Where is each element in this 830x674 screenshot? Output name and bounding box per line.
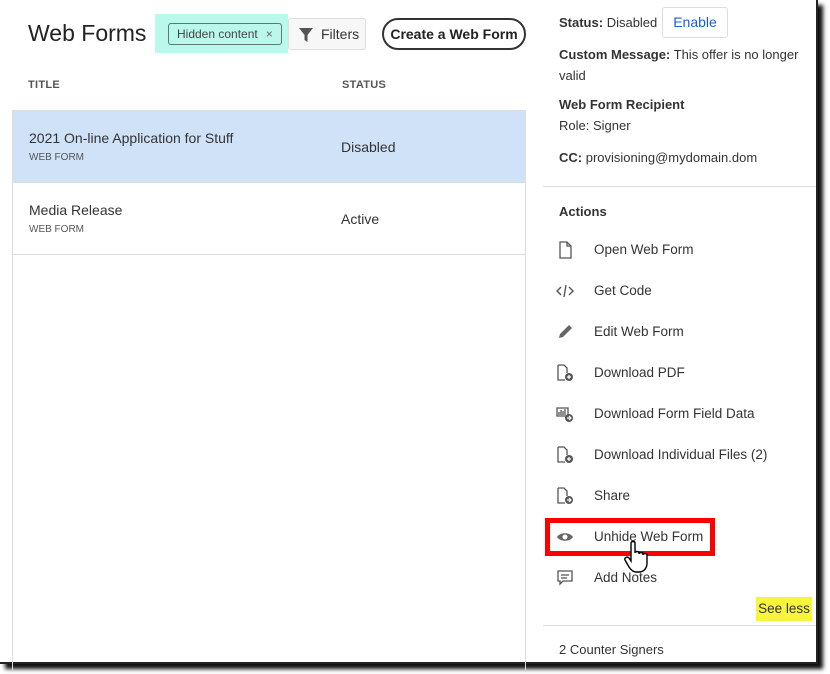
hidden-content-filter-chip[interactable]: Hidden content × bbox=[168, 23, 282, 45]
file-download-icon bbox=[557, 446, 573, 463]
counter-signers[interactable]: 2 Counter Signers bbox=[559, 642, 664, 657]
action-download-pdf[interactable]: Download PDF bbox=[543, 358, 816, 388]
row-status: Disabled bbox=[341, 139, 396, 155]
column-header-title[interactable]: TITLE bbox=[28, 79, 60, 91]
table-row[interactable]: Media Release WEB FORM Active bbox=[13, 183, 525, 255]
pdf-download-icon bbox=[557, 364, 573, 381]
actions-heading: Actions bbox=[559, 204, 607, 219]
code-icon bbox=[556, 284, 574, 298]
action-label: Share bbox=[594, 488, 631, 503]
divider bbox=[543, 186, 816, 187]
divider bbox=[543, 625, 816, 626]
action-share[interactable]: Share bbox=[543, 481, 816, 511]
row-title: Media Release bbox=[29, 202, 123, 218]
recipient-heading: Web Form Recipient bbox=[559, 97, 685, 112]
row-type: WEB FORM bbox=[29, 152, 84, 163]
document-icon bbox=[559, 241, 572, 259]
action-download-individual-files[interactable]: Download Individual Files (2) bbox=[543, 440, 816, 470]
data-download-icon bbox=[556, 407, 573, 422]
action-download-form-field-data[interactable]: Download Form Field Data bbox=[543, 399, 816, 429]
action-label: Download PDF bbox=[594, 365, 685, 380]
create-web-form-button[interactable]: Create a Web Form bbox=[382, 18, 526, 50]
action-label: Download Individual Files (2) bbox=[594, 447, 768, 462]
action-label: Edit Web Form bbox=[594, 324, 684, 339]
row-title: 2021 On-line Application for Stuff bbox=[29, 130, 234, 146]
action-get-code[interactable]: Get Code bbox=[543, 276, 816, 306]
action-label: Get Code bbox=[594, 283, 652, 298]
recipient-role: Role: Signer bbox=[559, 118, 631, 133]
close-icon[interactable]: × bbox=[266, 27, 273, 41]
status-value: Disabled bbox=[606, 15, 658, 30]
row-type: WEB FORM bbox=[29, 224, 84, 235]
app-window: Web Forms Hidden content × Filters Create… bbox=[0, 0, 818, 670]
see-less-link[interactable]: See less bbox=[756, 597, 812, 621]
cc-line: CC: provisioning@mydomain.dom bbox=[559, 150, 757, 165]
status-line: Status: Disabled bbox=[559, 15, 657, 30]
page-title: Web Forms bbox=[28, 20, 147, 46]
table-row[interactable]: 2021 On-line Application for Stuff WEB F… bbox=[13, 111, 525, 183]
filters-button[interactable]: Filters bbox=[288, 18, 366, 50]
custom-message-label: Custom Message: bbox=[559, 47, 671, 62]
filters-label: Filters bbox=[321, 26, 360, 42]
row-status: Active bbox=[341, 211, 380, 227]
notes-icon bbox=[557, 570, 573, 586]
column-header-status[interactable]: STATUS bbox=[342, 79, 386, 91]
cc-value: provisioning@mydomain.dom bbox=[585, 150, 758, 165]
enable-button[interactable]: Enable bbox=[662, 7, 728, 38]
action-edit-web-form[interactable]: Edit Web Form bbox=[543, 317, 816, 347]
web-forms-list: 2021 On-line Application for Stuff WEB F… bbox=[12, 110, 526, 670]
action-open-web-form[interactable]: Open Web Form bbox=[543, 235, 816, 265]
custom-message: Custom Message: This offer is no longer … bbox=[559, 44, 809, 86]
action-add-notes[interactable]: Add Notes bbox=[543, 563, 816, 593]
action-label: Open Web Form bbox=[594, 242, 694, 257]
share-icon bbox=[557, 487, 573, 504]
hand-cursor-icon bbox=[624, 540, 648, 573]
action-label: Download Form Field Data bbox=[594, 406, 755, 421]
pencil-icon bbox=[559, 325, 572, 338]
cc-label: CC: bbox=[559, 150, 583, 165]
status-label: Status: bbox=[559, 15, 604, 30]
filter-icon bbox=[299, 28, 313, 42]
chip-label: Hidden content bbox=[177, 27, 258, 41]
